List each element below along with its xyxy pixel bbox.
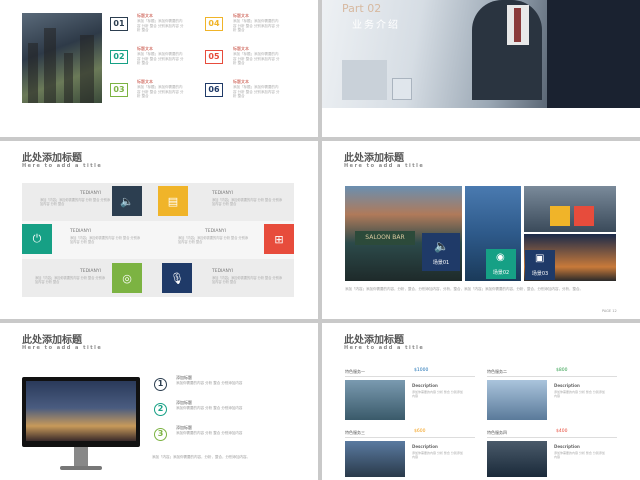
scene-tile: ◉ 场景02: [486, 249, 516, 279]
scene-label: 场景02: [492, 270, 510, 276]
item-label: TEDIANYI: [80, 191, 101, 196]
item-text: 添加「标题」添加你需要的内容 分析 整合 分别添加内容 分析 整合: [137, 85, 184, 98]
footer-text: 添加「内容」添加你需要的内容，分析，整合，分别添加内容。: [152, 455, 250, 459]
slide-subtitle: Here to add a title: [22, 163, 103, 169]
slide-title: 此处添加标题: [344, 335, 404, 346]
slide-5[interactable]: 此处添加标题 Here to add a title 1 添加标题 添加你需要的…: [0, 323, 318, 480]
body-text: 添加「内容」添加你需要的内容，分析，整合，分别添加内容，分析，整合，添加「内容」…: [345, 287, 583, 291]
item-desc: 添加「内容」添加你需要的内容 分析 整合 分别添加内容 分析 整合: [40, 198, 110, 207]
card-desc: 添加你需要的内容 分析 整合 分别添加内容: [554, 390, 605, 398]
slide-subtitle: Here to add a title: [22, 345, 103, 351]
item-text: 添加你需要的内容 分析 整合 分别添加内容: [176, 406, 243, 410]
card-name: 特色服务三: [345, 430, 365, 435]
card-desc-head: Description: [554, 383, 580, 388]
power-icon: ⏻: [22, 224, 52, 254]
card-price: $800: [556, 368, 568, 373]
number-circle: 2: [154, 403, 167, 416]
location-icon: ◉: [496, 252, 505, 263]
number-badge: 04: [205, 17, 223, 31]
item-text: 添加「标题」添加你需要的内容 分析 整合 分别添加内容 分析 整合: [137, 52, 184, 65]
slide-6[interactable]: 此处添加标题 Here to add a title 特色服务一 $1000 D…: [322, 323, 640, 480]
item-text: 添加「标题」添加你需要的内容 分析 整合 分别添加内容 分析 整合: [233, 52, 280, 65]
item-label: TEDIANYI: [80, 269, 101, 274]
scene-label: 场景03: [531, 271, 549, 277]
section-title: 业务介绍: [352, 20, 400, 31]
chrome-icon: ◎: [112, 263, 142, 293]
speaker-icon: 🔈: [434, 239, 449, 253]
building-photo: [524, 186, 616, 232]
city-photo: [22, 13, 102, 103]
item-label: TEDIANYI: [212, 269, 233, 274]
microphone-icon: 🎙: [162, 263, 192, 293]
slide-3[interactable]: 此处添加标题 Here to add a title 🔈 ▤ ⏻ ⊞ ◎ 🎙 T…: [0, 141, 318, 319]
scene-tile: ▣ 场景03: [525, 250, 555, 280]
card-desc-head: Description: [554, 444, 580, 449]
part-number: Part 02: [342, 2, 382, 15]
item-text: 添加「标题」添加你需要的内容 分析 整合 分别添加内容 分析 整合: [233, 85, 280, 98]
monitor-image: [22, 377, 140, 447]
number-badge: 06: [205, 83, 223, 97]
item-desc: 添加「内容」添加你需要的内容 分析 整合 分别添加内容 分析 整合: [70, 236, 140, 245]
monitor-base: [60, 466, 102, 470]
slide-subtitle: Here to add a title: [344, 345, 425, 351]
item-desc: 添加「内容」添加你需要的内容 分析 整合 分别添加内容 分析 整合: [212, 198, 282, 207]
item-label: TEDIANYI: [212, 191, 233, 196]
card-price: $1000: [414, 368, 429, 373]
number-badge: 05: [205, 50, 223, 64]
speaker-icon: 🔈: [112, 186, 142, 216]
monitor-stand: [74, 447, 88, 467]
card-name: 特色服务二: [487, 369, 507, 374]
card-desc: 添加你需要的内容 分析 整合 分别添加内容: [412, 451, 463, 459]
card-desc-head: Description: [412, 444, 438, 449]
item-text: 添加「标题」添加你需要的内容 分析 整合 分别添加内容 分析 整合: [137, 19, 184, 32]
item-text: 添加你需要的内容 分析 整合 分别添加内容: [176, 431, 243, 435]
item-desc: 添加「内容」添加你需要的内容 分析 整合 分别添加内容 分析 整合: [35, 276, 105, 285]
card-image: [345, 380, 405, 420]
card-image: [487, 380, 547, 420]
scene-tile: 🔈 场景01: [422, 233, 460, 271]
windows-icon: ⊞: [264, 224, 294, 254]
slide-title: 此处添加标题: [22, 335, 82, 346]
number-badge: 03: [110, 83, 128, 97]
item-text: 添加你需要的内容 分析 整合 分别添加内容: [176, 381, 243, 385]
item-text: 添加「标题」添加你需要的内容 分析 整合 分别添加内容 分析 整合: [233, 19, 280, 32]
inbox-icon: ▤: [158, 186, 188, 216]
card-desc: 添加你需要的内容 分析 整合 分别添加内容: [412, 390, 463, 398]
number-circle: 3: [154, 428, 167, 441]
card-price: $400: [556, 429, 568, 434]
card-price: $600: [414, 429, 426, 434]
number-circle: 1: [154, 378, 167, 391]
slide-1[interactable]: 01 标题文本 添加「标题」添加你需要的内容 分析 整合 分别添加内容 分析 整…: [0, 0, 318, 137]
slide-subtitle: Here to add a title: [344, 163, 425, 169]
card-image: [345, 441, 405, 477]
item-desc: 添加「内容」添加你需要的内容 分析 整合 分别添加内容 分析 整合: [212, 276, 282, 285]
slide-title: 此处添加标题: [22, 153, 82, 164]
item-desc: 添加「内容」添加你需要的内容 分析 整合 分别添加内容 分析 整合: [178, 236, 248, 245]
scene-label: 场景01: [432, 260, 450, 266]
slide-title: 此处添加标题: [344, 153, 404, 164]
card-desc-head: Description: [412, 383, 438, 388]
slide-4[interactable]: 此处添加标题 Here to add a title SALOON BAR 🔈 …: [322, 141, 640, 319]
item-label: TEDIANYI: [205, 229, 226, 234]
number-badge: 01: [110, 17, 128, 31]
card-name: 特色服务四: [487, 430, 507, 435]
item-label: TEDIANYI: [70, 229, 91, 234]
slide-2[interactable]: Part 02 业务介绍: [322, 0, 640, 137]
card-name: 特色服务一: [345, 369, 365, 374]
card-desc: 添加你需要的内容 分析 整合 分别添加内容: [554, 451, 605, 459]
card-image: [487, 441, 547, 477]
printer-icon: ▣: [535, 253, 545, 264]
number-badge: 02: [110, 50, 128, 64]
page-number: PAGE 12: [602, 309, 617, 313]
